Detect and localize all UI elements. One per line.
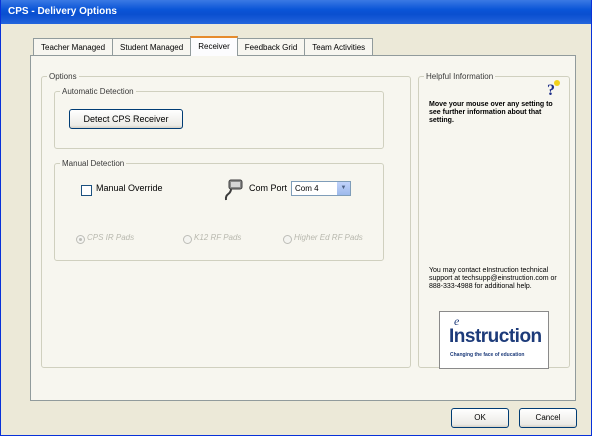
manual-override-checkbox[interactable] [81,185,92,196]
manual-override-label: Manual Override [96,183,163,193]
com-port-label: Com Port [249,183,288,193]
help-hint-text: Move your mouse over any setting to see … [429,101,553,124]
tab-strip: Teacher Managed Student Managed Receiver… [33,36,374,57]
svg-text:?: ? [547,82,555,97]
ok-button[interactable]: OK [451,408,509,428]
com-port-cable-icon [224,179,243,201]
radio-cps-ir-pads[interactable] [76,235,85,244]
delivery-options-window: CPS - Delivery Options Teacher Managed S… [0,0,592,436]
help-contact-text: You may contact eInstruction technical s… [429,267,557,290]
options-group: Options Automatic Detection Detect CPS R… [41,71,411,368]
automatic-detection-legend: Automatic Detection [60,86,136,97]
window-title: CPS - Delivery Options [8,6,117,17]
receiver-tab-panel: Options Automatic Detection Detect CPS R… [30,55,576,401]
options-legend: Options [47,71,79,82]
cps-ir-pads-label: CPS IR Pads [87,233,135,242]
helpful-information-group: Helpful Information ? Move your mouse ov… [418,71,570,369]
manual-detection-group: Manual Detection Manual Override Com Por… [54,158,384,261]
helpful-information-legend: Helpful Information [424,71,496,82]
detect-cps-receiver-button[interactable]: Detect CPS Receiver [69,109,183,129]
logo-tagline: Changing the face of education [450,352,525,358]
chevron-down-icon[interactable]: ▼ [336,182,350,195]
com-port-value: Com 4 [295,184,319,193]
automatic-detection-group: Automatic Detection Detect CPS Receiver [54,86,384,149]
help-question-icon: ? [547,80,560,97]
cancel-button[interactable]: Cancel [519,408,577,428]
einstruction-logo: e Instruction Changing the face of educa… [439,311,549,369]
logo-word: Instruction [449,326,542,347]
com-port-select[interactable]: Com 4 ▼ [291,181,351,196]
manual-detection-legend: Manual Detection [60,158,127,169]
title-bar: CPS - Delivery Options [1,0,591,24]
radio-higher-ed-rf-pads[interactable] [283,235,292,244]
higher-ed-rf-pads-label: Higher Ed RF Pads [294,233,363,242]
k12-rf-pads-label: K12 RF Pads [194,233,242,242]
tab-receiver[interactable]: Receiver [190,36,238,56]
radio-k12-rf-pads[interactable] [183,235,192,244]
